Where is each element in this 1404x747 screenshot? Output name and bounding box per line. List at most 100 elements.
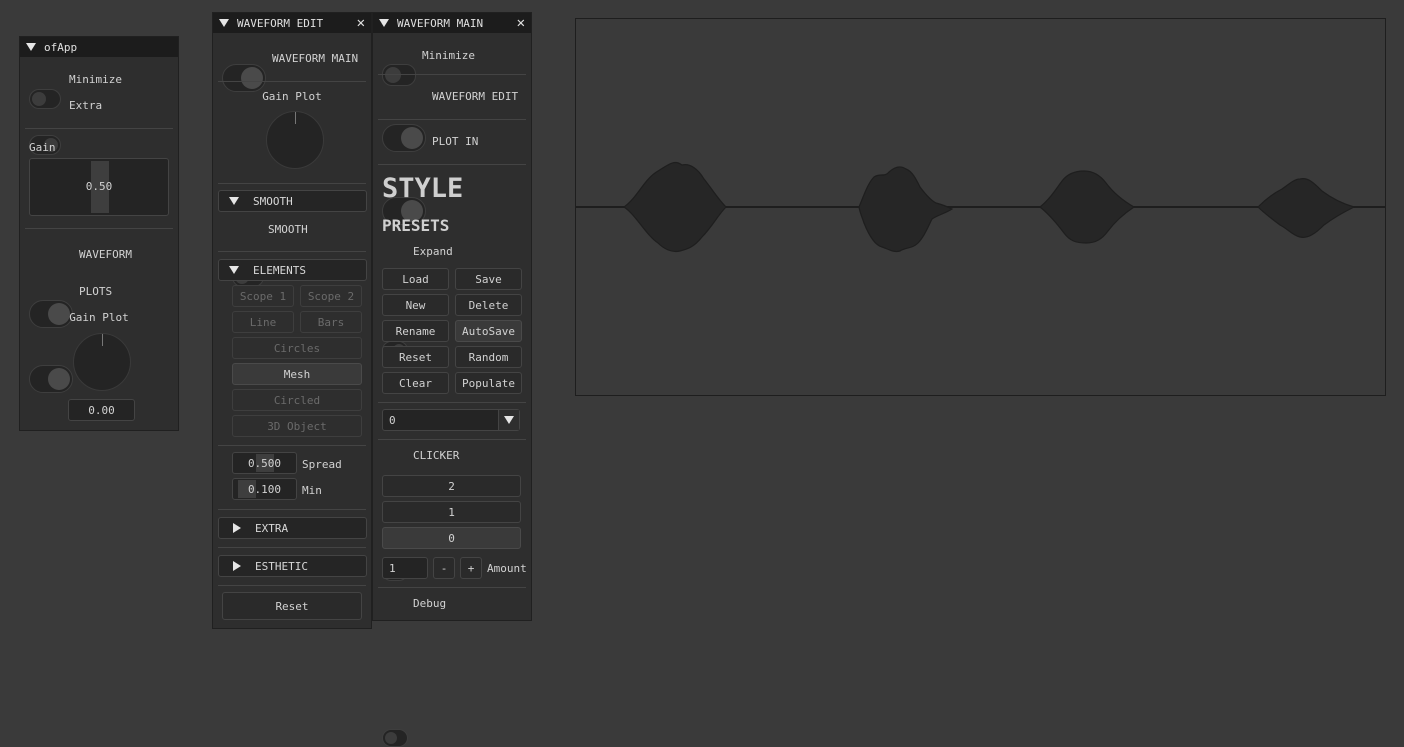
- waveform-main-panel: WAVEFORM MAIN ✕ Minimize WAVEFORM EDIT P…: [372, 12, 532, 747]
- esthetic-section-header[interactable]: ESTHETIC: [218, 555, 367, 577]
- clicker-item[interactable]: 0: [382, 527, 521, 549]
- delete-button[interactable]: Delete: [455, 294, 522, 316]
- divider: [378, 119, 526, 120]
- decrement-button[interactable]: -: [433, 557, 455, 579]
- gain-plot-knob[interactable]: [266, 111, 324, 169]
- bars-button[interactable]: Bars: [300, 311, 362, 333]
- line-button[interactable]: Line: [232, 311, 294, 333]
- load-button[interactable]: Load: [382, 268, 449, 290]
- close-icon[interactable]: ✕: [357, 16, 365, 30]
- triangle-down-icon: [229, 266, 239, 274]
- save-button[interactable]: Save: [455, 268, 522, 290]
- waveform-blob: [622, 161, 727, 253]
- divider: [218, 547, 366, 548]
- waveform-edit-toggle[interactable]: [382, 124, 426, 152]
- waveform-main-label: WAVEFORM MAIN: [272, 52, 359, 65]
- mesh-button[interactable]: Mesh: [232, 363, 362, 385]
- divider: [218, 585, 366, 586]
- circled-button[interactable]: Circled: [232, 389, 362, 411]
- divider: [218, 183, 366, 184]
- extra-section-header[interactable]: EXTRA: [218, 517, 367, 539]
- scope2-button[interactable]: Scope 2: [300, 285, 362, 307]
- debug-toggle[interactable]: [382, 729, 408, 747]
- 3d-object-button[interactable]: 3D Object: [232, 415, 362, 437]
- ofapp-titlebar[interactable]: ofApp: [20, 37, 178, 57]
- rename-button[interactable]: Rename: [382, 320, 449, 342]
- spread-label: Spread: [302, 458, 342, 471]
- gain-plot-label: Gain Plot: [69, 311, 129, 324]
- waveform-blob: [858, 166, 954, 253]
- smooth-toggle-label: SMOOTH: [268, 223, 308, 236]
- edit-titlebar[interactable]: WAVEFORM EDIT ✕: [213, 13, 371, 33]
- divider: [378, 587, 526, 588]
- divider: [218, 81, 366, 82]
- esthetic-section-label: ESTHETIC: [255, 559, 308, 573]
- style-heading: STYLE: [382, 173, 464, 204]
- amount-field[interactable]: 1: [382, 557, 428, 579]
- spread-value: 0.500: [247, 456, 282, 470]
- divider: [25, 228, 173, 229]
- waveform-edit-label: WAVEFORM EDIT: [432, 90, 519, 103]
- edit-title: WAVEFORM EDIT: [237, 16, 324, 30]
- gain-label: Gain: [29, 141, 56, 154]
- min-slider[interactable]: 0.100: [232, 478, 297, 500]
- collapse-icon[interactable]: [26, 43, 36, 51]
- autosave-button[interactable]: AutoSave: [455, 320, 522, 342]
- presets-heading: PRESETS: [382, 216, 450, 235]
- debug-label: Debug: [413, 597, 447, 610]
- plots-toggle[interactable]: [29, 365, 73, 393]
- minimize-label: Minimize: [69, 73, 122, 86]
- close-icon[interactable]: ✕: [517, 16, 525, 30]
- gain-plot-value: 0.00: [88, 403, 115, 417]
- collapse-icon[interactable]: [379, 19, 389, 27]
- plot-in-label: PLOT IN: [432, 135, 479, 148]
- collapse-icon[interactable]: [219, 19, 229, 27]
- minimize-toggle[interactable]: [29, 89, 61, 109]
- gain-plot-knob[interactable]: [73, 333, 131, 391]
- amount-value: 1: [389, 561, 396, 575]
- circles-button[interactable]: Circles: [232, 337, 362, 359]
- gain-plot-label: Gain Plot: [262, 90, 322, 103]
- populate-button[interactable]: Populate: [455, 372, 522, 394]
- dropdown-arrow-icon[interactable]: [498, 410, 519, 430]
- elements-section-header[interactable]: ELEMENTS: [218, 259, 367, 281]
- triangle-down-icon: [229, 197, 239, 205]
- scope1-button[interactable]: Scope 1: [232, 285, 294, 307]
- divider: [378, 439, 526, 440]
- gain-plot-value-field[interactable]: 0.00: [68, 399, 135, 421]
- waveform-canvas: [575, 18, 1386, 396]
- triangle-right-icon: [233, 561, 241, 571]
- minimize-toggle[interactable]: [382, 64, 416, 86]
- plots-label: PLOTS: [79, 285, 113, 298]
- clicker-item[interactable]: 2: [382, 475, 521, 497]
- minimize-label: Minimize: [422, 49, 475, 62]
- preset-select-value: 0: [389, 413, 396, 427]
- waveform-label: WAVEFORM: [79, 248, 132, 261]
- reset-button[interactable]: Reset: [222, 592, 362, 620]
- smooth-section-label: SMOOTH: [253, 194, 293, 208]
- increment-button[interactable]: +: [460, 557, 482, 579]
- gain-value: 0.50: [85, 180, 113, 193]
- waveform-edit-panel: WAVEFORM EDIT ✕ WAVEFORM MAIN Gain Plot …: [212, 12, 372, 629]
- reset-button[interactable]: Reset: [382, 346, 449, 368]
- clear-button[interactable]: Clear: [382, 372, 449, 394]
- divider: [218, 509, 366, 510]
- clicker-item[interactable]: 1: [382, 501, 521, 523]
- amount-label: Amount: [487, 562, 527, 575]
- min-label: Min: [302, 484, 322, 497]
- min-value: 0.100: [247, 482, 282, 496]
- new-button[interactable]: New: [382, 294, 449, 316]
- waveform-blob: [1039, 170, 1136, 244]
- ofapp-title: ofApp: [44, 40, 78, 54]
- smooth-section-header[interactable]: SMOOTH: [218, 190, 367, 212]
- random-button[interactable]: Random: [455, 346, 522, 368]
- main-titlebar[interactable]: WAVEFORM MAIN ✕: [373, 13, 531, 33]
- main-title: WAVEFORM MAIN: [397, 16, 484, 30]
- preset-select[interactable]: 0: [382, 409, 520, 431]
- waveform-main-toggle[interactable]: [222, 64, 266, 92]
- spread-slider[interactable]: 0.500: [232, 452, 297, 474]
- extra-section-label: EXTRA: [255, 521, 289, 535]
- gain-slider[interactable]: 0.50: [29, 158, 169, 216]
- divider: [218, 445, 366, 446]
- divider: [218, 251, 366, 252]
